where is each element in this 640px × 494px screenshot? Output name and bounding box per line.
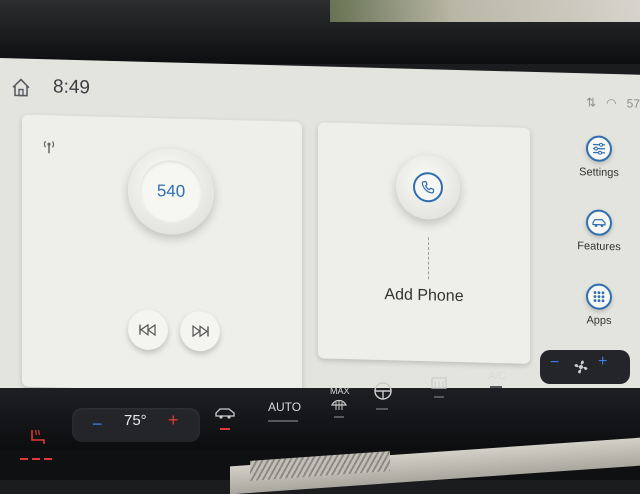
car-icon <box>586 209 612 237</box>
auto-button[interactable]: AUTO <box>268 400 301 414</box>
windshield-reflection <box>330 0 640 22</box>
apps-label: Apps <box>586 314 612 328</box>
fan-icon <box>574 360 588 374</box>
fast-forward-icon <box>192 325 209 338</box>
fan-speed-control[interactable]: − + <box>540 350 630 384</box>
temp-down-button[interactable]: − <box>92 414 103 435</box>
fan-down-button[interactable]: − <box>550 354 559 372</box>
features-label: Features <box>577 240 621 254</box>
max-defrost-icon[interactable] <box>330 397 348 411</box>
phone-card[interactable]: Add Phone <box>318 122 530 364</box>
phone-icon <box>421 181 435 194</box>
sliders-icon <box>586 135 612 163</box>
home-icon[interactable] <box>10 76 32 99</box>
data-transfer-icon: ⇅ <box>586 95 597 110</box>
recirculation-car-icon[interactable] <box>214 406 236 420</box>
wifi-icon: ◠ <box>606 95 617 111</box>
rear-defrost-icon[interactable] <box>430 376 448 390</box>
side-menu-apps[interactable]: Apps <box>564 283 634 328</box>
radio-card[interactable]: 540 <box>22 114 302 394</box>
clock: 8:49 <box>53 76 90 99</box>
frequency-knob[interactable]: 540 <box>128 147 214 236</box>
seek-forward-button[interactable] <box>180 310 220 352</box>
max-label: MAX <box>330 386 350 396</box>
status-right-text: 57 <box>626 96 640 111</box>
heated-steering-wheel-icon[interactable] <box>372 378 394 402</box>
temp-up-button[interactable]: + <box>168 410 179 431</box>
seek-back-button[interactable] <box>128 309 168 351</box>
frequency-value: 540 <box>140 159 202 224</box>
fan-up-button[interactable]: + <box>598 353 607 371</box>
grid-icon <box>586 283 612 311</box>
heated-seat-icon[interactable] <box>26 428 50 448</box>
ac-button[interactable]: A/C <box>488 370 506 382</box>
temperature-value: 75° <box>124 412 147 429</box>
side-menu-settings[interactable]: Settings <box>564 135 634 180</box>
side-menu-features[interactable]: Features <box>564 209 634 254</box>
status-icons: ⇅ ◠ 57 <box>586 95 640 110</box>
connector-line <box>428 237 429 280</box>
call-button[interactable] <box>396 154 460 221</box>
antenna-icon <box>43 140 55 154</box>
rewind-icon <box>139 323 156 337</box>
settings-label: Settings <box>579 166 619 180</box>
add-phone-label[interactable]: Add Phone <box>318 284 530 308</box>
